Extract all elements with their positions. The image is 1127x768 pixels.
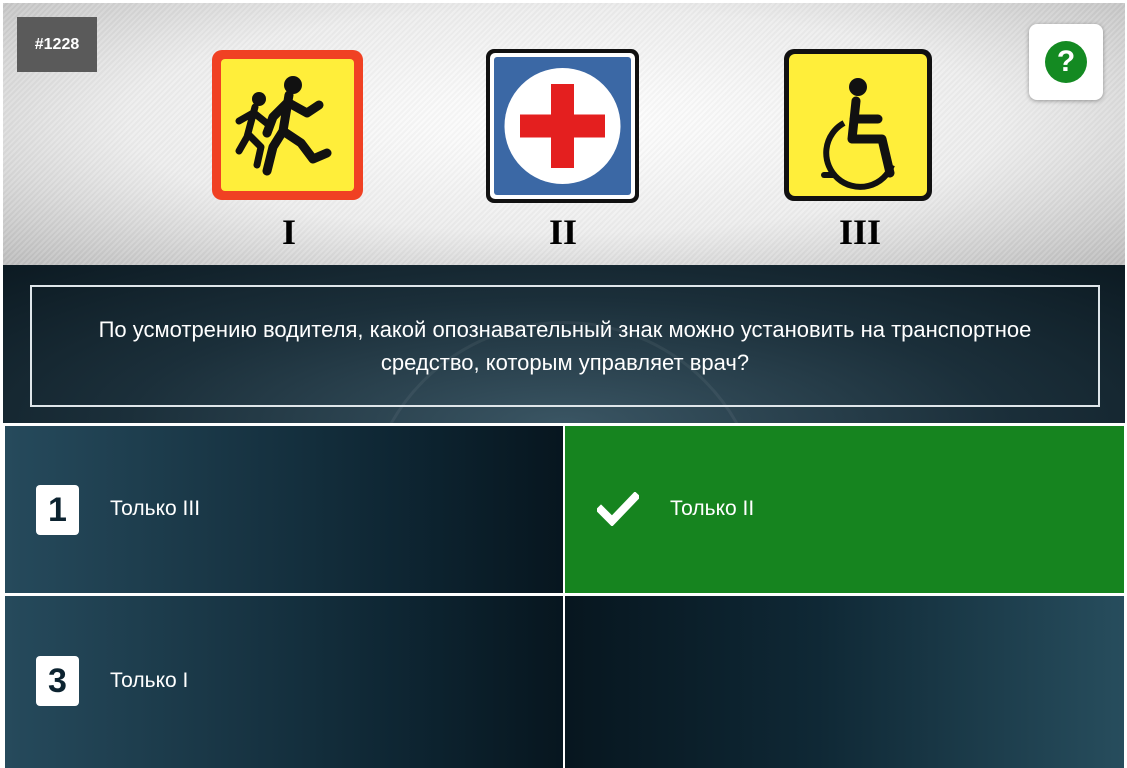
answer-option-2-correct[interactable]: Только II	[565, 426, 1124, 593]
question-text: По усмотрению водителя, какой опознавате…	[98, 317, 1032, 375]
sign-label-ii: II	[548, 212, 578, 252]
sign-label-iii: III	[839, 212, 882, 252]
answer-number-badge: 1	[36, 485, 79, 535]
answer-option-1[interactable]: 1 Только III	[5, 426, 563, 593]
question-area: По усмотрению водителя, какой опознавате…	[3, 265, 1125, 423]
answer-text: Только I	[110, 669, 189, 692]
disabled-sign-icon	[782, 47, 934, 203]
answer-text: Только III	[110, 497, 201, 520]
question-number-badge: #1228	[17, 17, 97, 72]
answer-number-badge: 3	[36, 656, 79, 706]
doctor-sign-icon	[484, 47, 641, 205]
question-box: По усмотрению водителя, какой опознавате…	[30, 285, 1100, 407]
checkmark-icon	[595, 491, 641, 531]
answer-option-empty	[565, 596, 1124, 768]
children-sign-icon	[209, 47, 366, 203]
answer-text: Только II	[670, 497, 755, 520]
signs-panel: #1228 ? I II III	[3, 3, 1125, 265]
sign-label-i: I	[281, 212, 296, 252]
answer-option-3[interactable]: 3 Только I	[5, 596, 563, 768]
question-icon: ?	[1045, 41, 1087, 83]
help-button[interactable]: ?	[1029, 24, 1103, 100]
